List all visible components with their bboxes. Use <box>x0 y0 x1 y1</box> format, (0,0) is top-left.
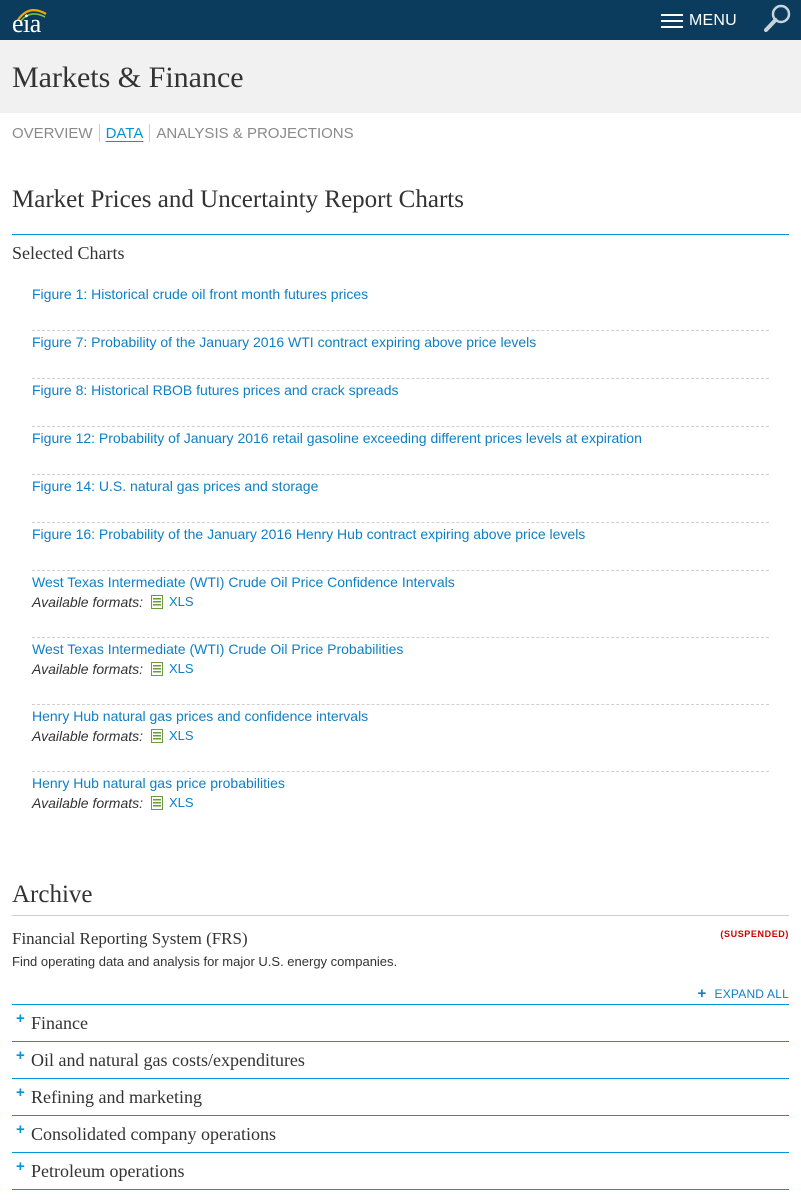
list-item: Figure 7: Probability of the January 201… <box>32 331 769 379</box>
spreadsheet-icon <box>151 595 164 609</box>
search-icon <box>764 4 791 32</box>
format-label: XLS <box>169 728 194 743</box>
selected-charts-heading: Selected Charts <box>12 243 125 263</box>
xls-download-link[interactable]: XLS <box>151 793 194 813</box>
top-bar: eia MENU <box>0 0 801 40</box>
formats-label: Available formats: <box>32 593 144 610</box>
expand-all-button[interactable]: + EXPAND ALL <box>697 985 789 1002</box>
nav-divider <box>98 124 100 142</box>
search-button[interactable] <box>763 3 793 33</box>
accordion-label: Petroleum operations <box>31 1161 185 1181</box>
xls-download-link[interactable]: XLS <box>151 659 194 679</box>
sub-nav: OVERVIEW DATA ANALYSIS & PROJECTIONS <box>12 124 354 142</box>
archive-title: Archive <box>12 881 93 908</box>
accordion-item-oil-gas-costs[interactable]: + Oil and natural gas costs/expenditures <box>12 1042 789 1079</box>
plus-icon: + <box>16 1047 25 1064</box>
chart-link[interactable]: West Texas Intermediate (WTI) Crude Oil … <box>32 572 769 592</box>
plus-icon: + <box>16 1084 25 1101</box>
plus-icon: + <box>697 985 707 1002</box>
list-item: Henry Hub natural gas prices and confide… <box>32 705 769 772</box>
list-item: Figure 16: Probability of the January 20… <box>32 523 769 571</box>
expand-all-label: EXPAND ALL <box>714 987 789 1001</box>
spreadsheet-icon <box>151 796 164 810</box>
chart-link[interactable]: Figure 12: Probability of January 2016 r… <box>32 428 769 448</box>
available-formats: Available formats: XLS <box>32 793 769 813</box>
list-item: Henry Hub natural gas price probabilitie… <box>32 772 769 839</box>
divider <box>12 234 789 235</box>
section-title: Market Prices and Uncertainty Report Cha… <box>12 186 464 213</box>
accordion-label: Refining and marketing <box>31 1087 202 1107</box>
eia-logo[interactable]: eia <box>11 3 51 38</box>
list-item: West Texas Intermediate (WTI) Crude Oil … <box>32 571 769 638</box>
divider <box>12 915 789 916</box>
chart-link[interactable]: West Texas Intermediate (WTI) Crude Oil … <box>32 639 769 659</box>
logo-text: eia <box>12 9 41 38</box>
tab-analysis-projections[interactable]: ANALYSIS & PROJECTIONS <box>156 125 353 142</box>
plus-icon: + <box>16 1121 25 1138</box>
xls-download-link[interactable]: XLS <box>151 726 194 746</box>
list-item: West Texas Intermediate (WTI) Crude Oil … <box>32 638 769 705</box>
available-formats: Available formats: XLS <box>32 592 769 612</box>
chart-link[interactable]: Figure 7: Probability of the January 201… <box>32 332 769 352</box>
page-header: Markets & Finance <box>0 40 801 113</box>
tab-data[interactable]: DATA <box>106 125 144 142</box>
plus-icon: + <box>16 1158 25 1175</box>
chart-link[interactable]: Figure 8: Historical RBOB futures prices… <box>32 380 769 400</box>
list-item: Figure 12: Probability of January 2016 r… <box>32 427 769 475</box>
plus-icon: + <box>16 1010 25 1027</box>
format-label: XLS <box>169 594 194 609</box>
accordion-item-finance[interactable]: + Finance <box>12 1005 789 1042</box>
formats-label: Available formats: <box>32 660 144 677</box>
accordion-label: Finance <box>31 1013 88 1033</box>
menu-button[interactable]: MENU <box>661 10 737 32</box>
list-item: Figure 8: Historical RBOB futures prices… <box>32 379 769 427</box>
chart-link[interactable]: Henry Hub natural gas prices and confide… <box>32 706 769 726</box>
formats-label: Available formats: <box>32 794 144 811</box>
suspended-badge: (SUSPENDED) <box>720 929 789 939</box>
frs-title: Financial Reporting System (FRS) <box>12 929 248 948</box>
available-formats: Available formats: XLS <box>32 726 769 746</box>
spreadsheet-icon <box>151 662 164 676</box>
accordion: + Finance + Oil and natural gas costs/ex… <box>12 1004 789 1190</box>
accordion-label: Consolidated company operations <box>31 1124 276 1144</box>
page-title: Markets & Finance <box>12 61 244 94</box>
nav-divider <box>149 124 151 142</box>
spreadsheet-icon <box>151 729 164 743</box>
chart-list: Figure 1: Historical crude oil front mon… <box>32 283 769 839</box>
tab-overview[interactable]: OVERVIEW <box>12 125 93 142</box>
xls-download-link[interactable]: XLS <box>151 592 194 612</box>
available-formats: Available formats: XLS <box>32 659 769 679</box>
accordion-item-consolidated-operations[interactable]: + Consolidated company operations <box>12 1116 789 1153</box>
chart-link[interactable]: Figure 1: Historical crude oil front mon… <box>32 284 769 304</box>
chart-link[interactable]: Figure 14: U.S. natural gas prices and s… <box>32 476 769 496</box>
format-label: XLS <box>169 661 194 676</box>
hamburger-icon <box>661 14 683 28</box>
accordion-item-refining-marketing[interactable]: + Refining and marketing <box>12 1079 789 1116</box>
format-label: XLS <box>169 795 194 810</box>
menu-label: MENU <box>689 12 737 29</box>
chart-link[interactable]: Figure 16: Probability of the January 20… <box>32 524 769 544</box>
frs-description: Find operating data and analysis for maj… <box>12 954 398 969</box>
list-item: Figure 1: Historical crude oil front mon… <box>32 283 769 331</box>
formats-label: Available formats: <box>32 727 144 744</box>
accordion-item-petroleum-operations[interactable]: + Petroleum operations <box>12 1153 789 1190</box>
chart-link[interactable]: Henry Hub natural gas price probabilitie… <box>32 773 769 793</box>
accordion-label: Oil and natural gas costs/expenditures <box>31 1050 305 1070</box>
list-item: Figure 14: U.S. natural gas prices and s… <box>32 475 769 523</box>
